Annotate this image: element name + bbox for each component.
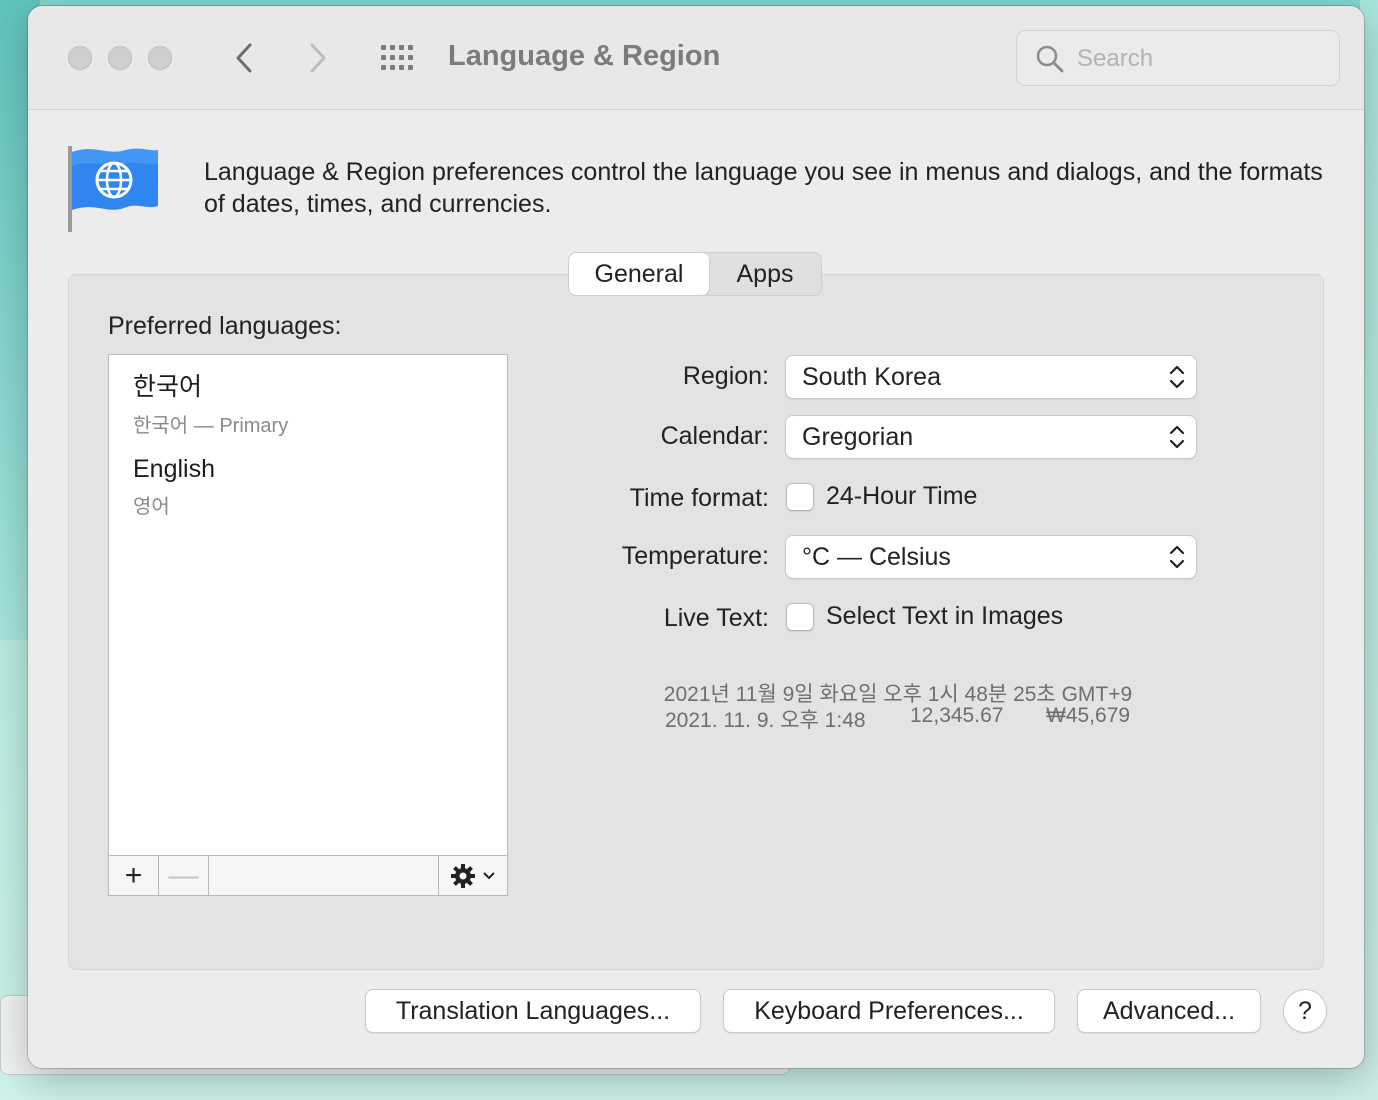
up-down-chevron-icon <box>1169 545 1185 569</box>
system-preferences-window: Language & Region Language & Region pref… <box>28 6 1364 1068</box>
translation-languages-button[interactable]: Translation Languages... <box>366 990 700 1032</box>
action-menu-button[interactable] <box>439 856 507 895</box>
language-name: English <box>133 455 215 483</box>
minimize-button[interactable] <box>108 46 132 70</box>
24-hour-time-checkbox[interactable] <box>786 482 814 511</box>
list-item[interactable]: 한국어 한국어 — Primary <box>133 367 288 438</box>
sample-number: 12,345.67 <box>910 704 1004 727</box>
list-item[interactable]: English 영어 <box>133 455 215 519</box>
language-subtitle: 영어 <box>133 496 170 518</box>
close-button[interactable] <box>68 46 92 70</box>
up-down-chevron-icon <box>1169 365 1185 389</box>
tab-general[interactable]: General <box>569 253 709 295</box>
language-name: 한국어 <box>133 373 203 401</box>
chevron-down-icon <box>483 871 495 879</box>
up-down-chevron-icon <box>1169 425 1185 449</box>
temperature-label: Temperature: <box>621 542 769 570</box>
chevron-left-icon <box>236 43 252 73</box>
preferred-languages-list[interactable]: 한국어 한국어 — Primary English 영어 + — <box>108 354 508 896</box>
search-icon <box>1036 45 1064 73</box>
time-format-label: Time format: <box>629 484 769 512</box>
time-format-row: 24-Hour Time <box>786 482 977 511</box>
tab-apps[interactable]: Apps <box>709 253 821 295</box>
search-field[interactable] <box>1016 30 1340 86</box>
calendar-popup[interactable]: Gregorian <box>786 416 1196 458</box>
preferred-languages-label: Preferred languages: <box>108 312 342 340</box>
calendar-label: Calendar: <box>660 422 769 450</box>
temperature-value: °C — Celsius <box>802 543 951 571</box>
window-title: Language & Region <box>448 40 721 72</box>
temperature-popup[interactable]: °C — Celsius <box>786 536 1196 578</box>
language-subtitle: 한국어 — Primary <box>133 415 289 437</box>
live-text-row: Select Text in Images <box>786 602 1063 631</box>
zoom-button[interactable] <box>148 46 172 70</box>
toolbar-spacer <box>209 856 439 895</box>
region-popup[interactable]: South Korea <box>786 356 1196 398</box>
select-text-in-images-checkbox[interactable] <box>786 602 814 631</box>
chevron-right-icon <box>310 43 326 73</box>
search-input[interactable] <box>1077 41 1327 77</box>
preferences-content: Language & Region preferences control th… <box>28 110 1364 1068</box>
help-button[interactable]: ? <box>1284 990 1326 1032</box>
region-value: South Korea <box>802 363 941 391</box>
back-button[interactable] <box>224 38 264 78</box>
24-hour-time-label[interactable]: 24-Hour Time <box>826 482 977 511</box>
live-text-label: Live Text: <box>663 604 769 632</box>
advanced-button[interactable]: Advanced... <box>1078 990 1260 1032</box>
sample-short-date: 2021. 11. 9. 오후 1:48 <box>665 709 866 732</box>
select-text-in-images-label[interactable]: Select Text in Images <box>826 602 1063 631</box>
tab-bar: General Apps <box>568 252 822 296</box>
forward-button[interactable] <box>298 38 338 78</box>
remove-language-button[interactable]: — <box>159 856 209 895</box>
gear-icon <box>451 863 475 888</box>
language-region-flag-icon <box>68 146 158 232</box>
keyboard-preferences-button[interactable]: Keyboard Preferences... <box>724 990 1054 1032</box>
calendar-value: Gregorian <box>802 423 914 451</box>
sample-currency: ₩45,679 <box>1046 704 1131 727</box>
list-toolbar: + — <box>109 855 507 895</box>
show-all-button[interactable] <box>378 42 418 74</box>
grid-icon <box>381 45 413 70</box>
add-language-button[interactable]: + <box>109 856 159 895</box>
region-label: Region: <box>682 362 769 390</box>
titlebar: Language & Region <box>28 6 1364 110</box>
description-text: Language & Region preferences control th… <box>204 158 1323 218</box>
